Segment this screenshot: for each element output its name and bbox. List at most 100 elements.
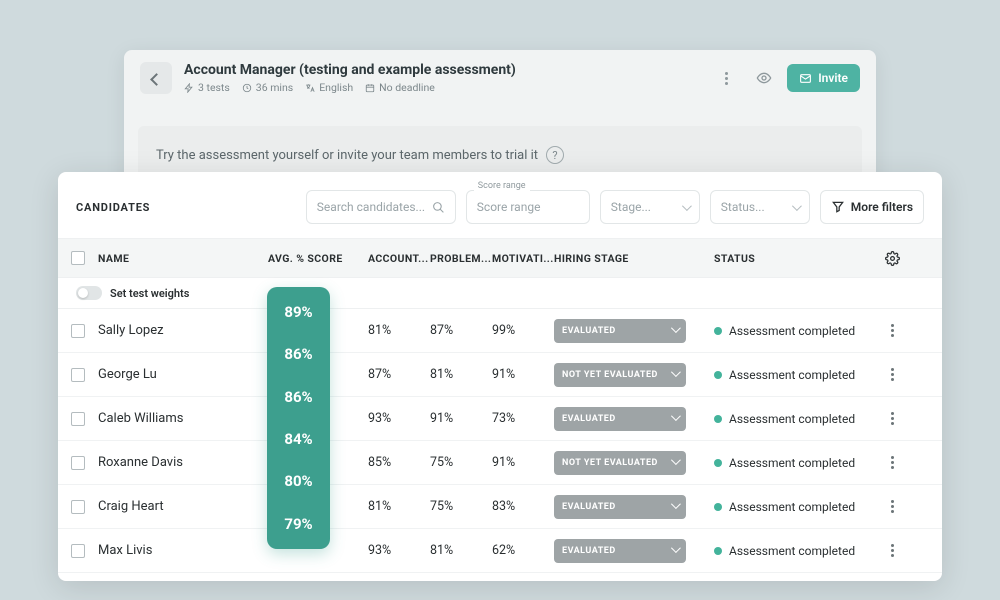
meta-duration: 36 mins: [242, 81, 293, 94]
status-cell: Assessment completed: [714, 544, 874, 558]
row-checkbox[interactable]: [71, 324, 85, 338]
row-checkbox[interactable]: [71, 412, 85, 426]
score-account: 81%: [368, 323, 430, 338]
stage-cell: EVALUATED: [554, 319, 714, 343]
col-account[interactable]: ACCOUNT...: [368, 252, 430, 265]
candidate-name: Roxanne Davis: [98, 455, 268, 470]
score-motivation: 91%: [492, 367, 554, 382]
table-row[interactable]: Caleb Williams 93% 91% 73% EVALUATED Ass…: [58, 397, 942, 441]
select-all-checkbox[interactable]: [71, 251, 85, 265]
table-row[interactable]: Sally Lopez 81% 87% 99% EVALUATED Assess…: [58, 309, 942, 353]
candidate-name: Caleb Williams: [98, 411, 268, 426]
status-cell: Assessment completed: [714, 412, 874, 426]
clock-icon: [242, 83, 252, 93]
title-wrap: Account Manager (testing and example ass…: [184, 62, 699, 94]
score-problem: 81%: [430, 543, 492, 558]
chevron-down-icon: [671, 502, 678, 512]
candidates-card: CANDIDATES Search candidates... Score ra…: [58, 172, 942, 581]
help-icon[interactable]: ?: [546, 146, 564, 164]
meta-language: English: [305, 81, 353, 94]
row-checkbox[interactable]: [71, 368, 85, 382]
col-motivation[interactable]: MOTIVATI...: [492, 252, 554, 265]
table-row[interactable]: Roxanne Davis 85% 75% 91% NOT YET EVALUA…: [58, 441, 942, 485]
candidate-name: Craig Heart: [98, 499, 268, 514]
hiring-stage-select[interactable]: EVALUATED: [554, 319, 686, 343]
assessment-title: Account Manager (testing and example ass…: [184, 62, 699, 78]
dots-vertical-icon: [891, 456, 894, 469]
score-motivation: 62%: [492, 543, 554, 558]
filters-row: CANDIDATES Search candidates... Score ra…: [58, 172, 942, 238]
search-input[interactable]: Search candidates...: [306, 190, 456, 224]
avg-score-value: 79%: [267, 503, 330, 545]
col-name[interactable]: NAME: [98, 252, 268, 265]
score-problem: 75%: [430, 499, 492, 514]
status-cell: Assessment completed: [714, 368, 874, 382]
back-button[interactable]: [140, 62, 172, 94]
score-problem: 75%: [430, 455, 492, 470]
row-menu-button[interactable]: [874, 412, 910, 425]
chevron-down-icon: [671, 546, 678, 556]
dots-vertical-icon: [891, 368, 894, 381]
row-menu-button[interactable]: [874, 456, 910, 469]
table-settings-button[interactable]: [874, 251, 910, 266]
candidate-name: Sally Lopez: [98, 323, 268, 338]
avg-score-highlight: 89%86%86%84%80%79%: [267, 287, 330, 549]
status-dot-icon: [714, 415, 722, 423]
assessment-meta: 3 tests 36 mins English No deadline: [184, 81, 699, 94]
table-header: NAME AVG. % SCORE ACCOUNT... PROBLEM... …: [58, 238, 942, 278]
col-stage[interactable]: HIRING STAGE: [554, 252, 714, 265]
more-menu-button[interactable]: [711, 63, 741, 93]
hiring-stage-select[interactable]: EVALUATED: [554, 407, 686, 431]
score-motivation: 91%: [492, 455, 554, 470]
status-dot-icon: [714, 503, 722, 511]
col-problem[interactable]: PROBLEM...: [430, 252, 492, 265]
hiring-stage-select[interactable]: NOT YET EVALUATED: [554, 451, 686, 475]
test-weights-row: Set test weights: [58, 278, 942, 309]
status-cell: Assessment completed: [714, 456, 874, 470]
language-icon: [305, 83, 315, 93]
table-row[interactable]: George Lu 87% 81% 91% NOT YET EVALUATED …: [58, 353, 942, 397]
weights-toggle[interactable]: [76, 286, 102, 300]
table-row[interactable]: Max Livis 93% 81% 62% EVALUATED Assessme…: [58, 529, 942, 573]
chevron-left-icon: [152, 69, 161, 88]
candidates-table: NAME AVG. % SCORE ACCOUNT... PROBLEM... …: [58, 238, 942, 573]
banner-text: Try the assessment yourself or invite yo…: [156, 148, 538, 163]
candidate-name: Max Livis: [98, 543, 268, 558]
preview-button[interactable]: [749, 63, 779, 93]
table-row[interactable]: Craig Heart 81% 75% 83% EVALUATED Assess…: [58, 485, 942, 529]
filter-icon: [831, 200, 845, 214]
row-menu-button[interactable]: [874, 324, 910, 337]
score-motivation: 73%: [492, 411, 554, 426]
invite-button[interactable]: Invite: [787, 64, 860, 92]
chevron-down-icon: [671, 458, 678, 468]
row-menu-button[interactable]: [874, 544, 910, 557]
stage-cell: NOT YET EVALUATED: [554, 451, 714, 475]
row-menu-button[interactable]: [874, 368, 910, 381]
score-range-label: Score range: [474, 181, 530, 191]
avg-score-value: 84%: [267, 418, 330, 460]
candidate-name: George Lu: [98, 367, 268, 382]
dots-vertical-icon: [891, 412, 894, 425]
row-checkbox[interactable]: [71, 544, 85, 558]
chevron-down-icon: [792, 200, 799, 214]
row-checkbox[interactable]: [71, 456, 85, 470]
score-account: 93%: [368, 543, 430, 558]
status-cell: Assessment completed: [714, 324, 874, 338]
search-icon: [432, 201, 445, 214]
score-range-field[interactable]: Score range Score range: [466, 190, 590, 224]
avg-score-value: 86%: [267, 333, 330, 375]
gear-icon: [885, 251, 900, 266]
score-motivation: 99%: [492, 323, 554, 338]
avg-score-value: 89%: [267, 291, 330, 333]
hiring-stage-select[interactable]: EVALUATED: [554, 539, 686, 563]
status-filter[interactable]: Status...: [710, 190, 810, 224]
col-status[interactable]: STATUS: [714, 252, 874, 265]
hiring-stage-select[interactable]: EVALUATED: [554, 495, 686, 519]
stage-filter[interactable]: Stage...: [600, 190, 700, 224]
hiring-stage-select[interactable]: NOT YET EVALUATED: [554, 363, 686, 387]
row-checkbox[interactable]: [71, 500, 85, 514]
col-avg[interactable]: AVG. % SCORE: [268, 252, 368, 265]
more-filters-button[interactable]: More filters: [820, 190, 924, 224]
row-menu-button[interactable]: [874, 500, 910, 513]
score-motivation: 83%: [492, 499, 554, 514]
